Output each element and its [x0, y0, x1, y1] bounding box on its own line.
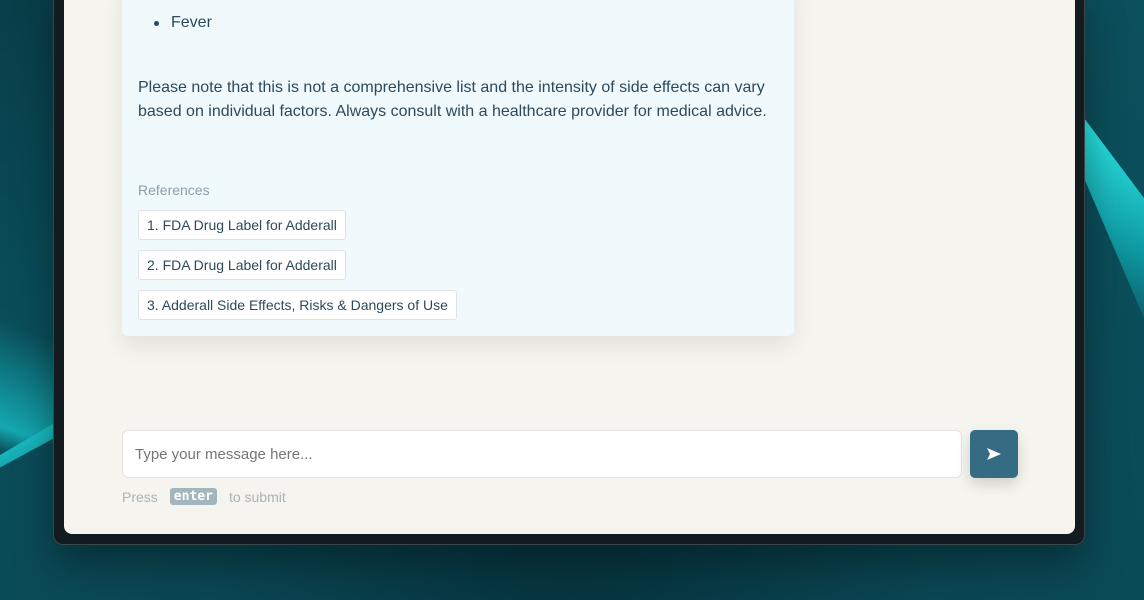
background-decoration: [1084, 118, 1144, 318]
background-decoration: [0, 0, 60, 468]
bullet-icon: [154, 20, 159, 26]
send-button[interactable]: [970, 430, 1018, 478]
enter-key-badge: enter: [169, 488, 217, 505]
reference-link[interactable]: 1. FDA Drug Label for Adderall: [138, 210, 346, 240]
message-input[interactable]: [122, 430, 962, 478]
references-label: References: [138, 182, 210, 198]
reference-link[interactable]: 3. Adderall Side Effects, Risks & Danger…: [138, 290, 457, 320]
assistant-message: Fever Please note that this is not a com…: [122, 0, 794, 336]
reference-link[interactable]: 2. FDA Drug Label for Adderall: [138, 250, 346, 280]
list-item: Fever: [154, 14, 212, 32]
hint-text: to submit: [228, 488, 286, 505]
chat-window: Fever Please note that this is not a com…: [64, 0, 1075, 534]
list-item-text: Fever: [171, 14, 212, 31]
send-icon: [987, 448, 1001, 460]
hint-text: Press: [122, 488, 158, 505]
submit-hint: Press enter to submit: [122, 488, 286, 505]
disclaimer-text: Please note that this is not a comprehen…: [138, 79, 767, 120]
